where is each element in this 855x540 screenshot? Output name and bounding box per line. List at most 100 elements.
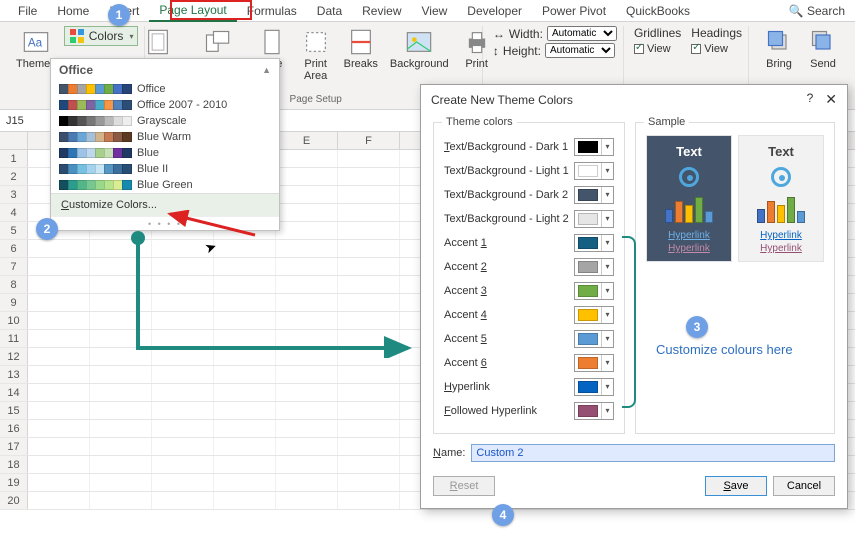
- cell[interactable]: [90, 474, 152, 491]
- cell[interactable]: [276, 150, 338, 167]
- cell[interactable]: [28, 312, 90, 329]
- cell[interactable]: [28, 258, 90, 275]
- cell[interactable]: [90, 402, 152, 419]
- height-select[interactable]: Automatic: [545, 43, 615, 58]
- theme-name-input[interactable]: [471, 444, 835, 462]
- row-header[interactable]: 7: [0, 258, 28, 275]
- theme-color-swatch-button[interactable]: ▾: [574, 258, 614, 276]
- close-icon[interactable]: ✕: [825, 91, 837, 108]
- tab-review[interactable]: Review: [352, 1, 411, 21]
- cell[interactable]: [28, 456, 90, 473]
- color-scheme-item[interactable]: Blue Green: [51, 177, 279, 193]
- cell[interactable]: [28, 294, 90, 311]
- tab-data[interactable]: Data: [307, 1, 352, 21]
- cell[interactable]: [28, 420, 90, 437]
- cell[interactable]: [90, 456, 152, 473]
- cell[interactable]: [276, 402, 338, 419]
- search-button[interactable]: 🔍 Search: [779, 1, 855, 21]
- row-header[interactable]: 4: [0, 204, 28, 221]
- cell[interactable]: [276, 474, 338, 491]
- theme-color-swatch-button[interactable]: ▾: [574, 162, 614, 180]
- color-scheme-item[interactable]: Office: [51, 81, 279, 97]
- row-header[interactable]: 12: [0, 348, 28, 365]
- color-scheme-item[interactable]: Blue II: [51, 161, 279, 177]
- cell[interactable]: [152, 492, 214, 509]
- cell[interactable]: [276, 366, 338, 383]
- row-header[interactable]: 18: [0, 456, 28, 473]
- background-button[interactable]: Background: [386, 26, 453, 72]
- row-header[interactable]: 19: [0, 474, 28, 491]
- cell[interactable]: [152, 366, 214, 383]
- theme-color-swatch-button[interactable]: ▾: [574, 330, 614, 348]
- cell[interactable]: [152, 402, 214, 419]
- colors-button[interactable]: Colors ▾: [64, 26, 139, 46]
- breaks-button[interactable]: Breaks: [340, 26, 382, 72]
- cell[interactable]: [338, 150, 400, 167]
- cell[interactable]: [338, 420, 400, 437]
- cell[interactable]: [214, 402, 276, 419]
- cell[interactable]: [214, 474, 276, 491]
- cell[interactable]: [276, 384, 338, 401]
- theme-color-swatch-button[interactable]: ▾: [574, 354, 614, 372]
- cell[interactable]: [28, 474, 90, 491]
- cell[interactable]: [214, 420, 276, 437]
- help-icon[interactable]: ?: [807, 91, 814, 108]
- cell[interactable]: [214, 384, 276, 401]
- row-header[interactable]: 5: [0, 222, 28, 239]
- theme-color-swatch-button[interactable]: ▾: [574, 282, 614, 300]
- cell[interactable]: [338, 492, 400, 509]
- tab-developer[interactable]: Developer: [457, 1, 532, 21]
- cell[interactable]: [338, 186, 400, 203]
- theme-color-swatch-button[interactable]: ▾: [574, 378, 614, 396]
- name-box[interactable]: J15: [0, 110, 52, 131]
- cell[interactable]: [28, 348, 90, 365]
- cell[interactable]: [152, 438, 214, 455]
- cell[interactable]: [338, 366, 400, 383]
- cell[interactable]: [338, 456, 400, 473]
- row-header[interactable]: 16: [0, 420, 28, 437]
- cell[interactable]: [338, 402, 400, 419]
- tab-quickbooks[interactable]: QuickBooks: [616, 1, 700, 21]
- cell[interactable]: [338, 384, 400, 401]
- cell[interactable]: [28, 492, 90, 509]
- cell[interactable]: [28, 402, 90, 419]
- cell[interactable]: [90, 384, 152, 401]
- row-header[interactable]: 3: [0, 186, 28, 203]
- row-header[interactable]: 10: [0, 312, 28, 329]
- cell[interactable]: [152, 456, 214, 473]
- row-header[interactable]: 17: [0, 438, 28, 455]
- cell[interactable]: [28, 240, 90, 257]
- cell[interactable]: [338, 438, 400, 455]
- theme-color-swatch-button[interactable]: ▾: [574, 306, 614, 324]
- cell[interactable]: [276, 420, 338, 437]
- row-header[interactable]: 8: [0, 276, 28, 293]
- col-header[interactable]: F: [338, 132, 400, 149]
- cell[interactable]: [152, 384, 214, 401]
- cell[interactable]: [90, 366, 152, 383]
- row-header[interactable]: 9: [0, 294, 28, 311]
- color-scheme-item[interactable]: Blue Warm: [51, 129, 279, 145]
- cell[interactable]: [90, 492, 152, 509]
- cell[interactable]: [214, 456, 276, 473]
- row-header[interactable]: 13: [0, 366, 28, 383]
- theme-color-swatch-button[interactable]: ▾: [574, 402, 614, 420]
- print-area-button[interactable]: Print Area: [296, 26, 336, 84]
- col-header[interactable]: E: [276, 132, 338, 149]
- cell[interactable]: [90, 438, 152, 455]
- cell[interactable]: [338, 204, 400, 221]
- scroll-up-icon[interactable]: ▲: [262, 65, 271, 75]
- theme-color-swatch-button[interactable]: ▾: [574, 210, 614, 228]
- tab-power-pivot[interactable]: Power Pivot: [532, 1, 616, 21]
- save-button[interactable]: Save: [705, 476, 767, 496]
- cell[interactable]: [276, 168, 338, 185]
- headings-view-check[interactable]: View: [691, 43, 742, 55]
- cell[interactable]: [214, 438, 276, 455]
- cell[interactable]: [28, 276, 90, 293]
- cell[interactable]: [152, 420, 214, 437]
- cell[interactable]: [214, 492, 276, 509]
- tab-view[interactable]: View: [412, 1, 458, 21]
- bring-forward-button[interactable]: Bring: [759, 26, 799, 72]
- theme-color-swatch-button[interactable]: ▾: [574, 138, 614, 156]
- tab-home[interactable]: Home: [47, 1, 99, 21]
- cell[interactable]: [28, 366, 90, 383]
